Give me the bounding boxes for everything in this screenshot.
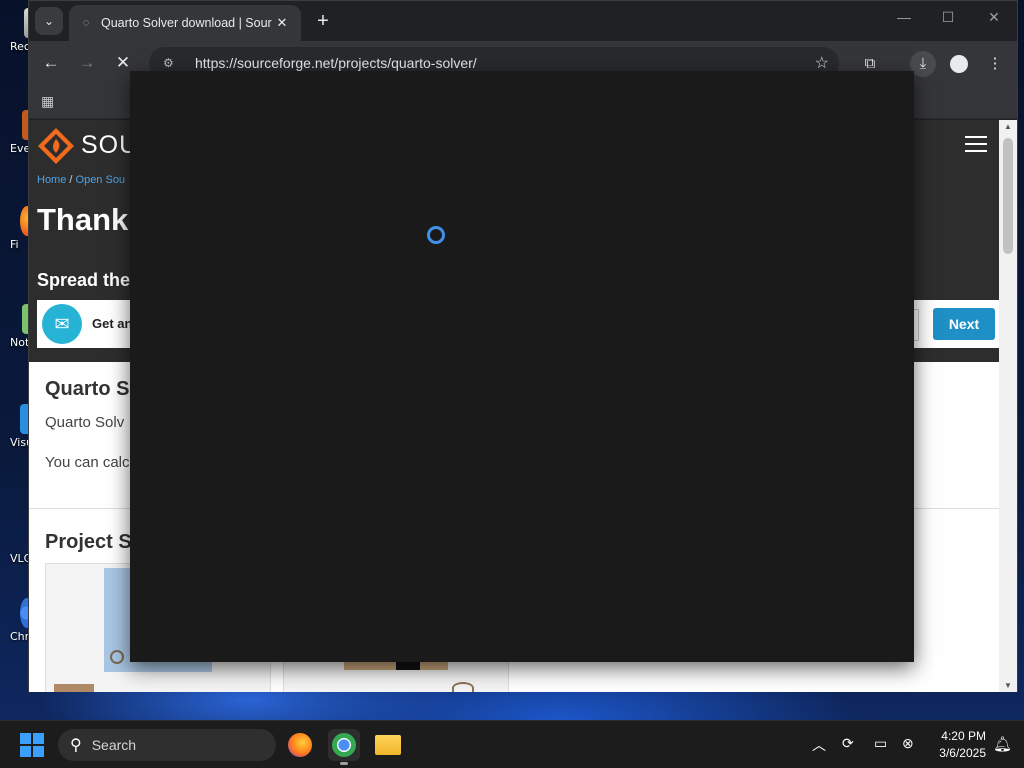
hamburger-menu-icon[interactable]: [965, 136, 987, 154]
tab-strip: ⌄ ◌ Quarto Solver download | Sour ✕ + — …: [29, 1, 1017, 41]
project-description: Quarto Solv: [45, 414, 125, 431]
project-calc-text: You can calc: [45, 454, 130, 471]
breadcrumb-home-link[interactable]: Home: [37, 174, 66, 186]
chrome-icon: [332, 733, 356, 757]
search-icon: ⚲: [70, 737, 82, 754]
windows-start-icon[interactable]: [20, 733, 44, 757]
scroll-down-icon[interactable]: ▼: [999, 681, 1017, 690]
loading-popup: [130, 71, 914, 662]
new-tab-button[interactable]: +: [311, 9, 335, 33]
sync-status-icon[interactable]: ⟳: [842, 735, 854, 752]
newsletter-text: Get an: [92, 316, 133, 331]
loading-spinner-icon: [427, 226, 445, 244]
chevron-down-icon: ⌄: [43, 14, 55, 28]
envelope-icon: ✉: [42, 304, 82, 344]
breadcrumb-open-source-link[interactable]: Open Sou: [76, 174, 126, 186]
taskbar: ⚲ Search ︿ ⟳ ▭ ⊗ 4:20 PM 3/6/2025 🔔︎: [0, 720, 1024, 768]
taskbar-file-explorer[interactable]: [372, 729, 404, 761]
bookmark-star-icon[interactable]: ☆: [815, 53, 829, 73]
notification-bell-icon[interactable]: 🔔︎: [993, 735, 1012, 753]
clock-date: 3/6/2025: [939, 746, 986, 760]
screenshots-title: Project Sa: [45, 531, 143, 553]
url-text: https://sourceforge.net/projects/quarto-…: [195, 55, 477, 71]
show-hidden-icons-chevron-icon[interactable]: ︿: [812, 735, 826, 755]
apps-grid-icon[interactable]: ▦: [41, 93, 54, 110]
tab-quarto-solver[interactable]: ◌ Quarto Solver download | Sour ✕: [69, 5, 301, 41]
site-info-icon[interactable]: ⚙: [163, 56, 181, 70]
tab-search-button[interactable]: ⌄: [35, 7, 63, 35]
taskbar-search[interactable]: ⚲ Search: [58, 729, 276, 761]
breadcrumb: Home / Open Sou: [37, 174, 125, 186]
system-clock[interactable]: 4:20 PM 3/6/2025: [939, 728, 986, 762]
maximize-button[interactable]: ☐: [933, 9, 963, 26]
folder-icon: [375, 735, 401, 755]
close-window-button[interactable]: ✕: [979, 9, 1009, 26]
scroll-thumb[interactable]: [1003, 138, 1013, 254]
taskbar-firefox[interactable]: [284, 729, 316, 761]
page-scrollbar[interactable]: ▲ ▼: [999, 120, 1017, 692]
clock-time: 4:20 PM: [941, 729, 986, 743]
kebab-menu-icon[interactable]: ⋮: [982, 51, 1008, 77]
scroll-up-icon[interactable]: ▲: [999, 122, 1017, 131]
firefox-icon: [288, 733, 312, 757]
forward-arrow-icon[interactable]: →: [75, 51, 99, 75]
loading-favicon-icon: ◌: [82, 17, 90, 29]
back-arrow-icon[interactable]: ←: [39, 51, 63, 75]
active-app-indicator: [340, 762, 348, 765]
taskbar-chrome[interactable]: [328, 729, 360, 765]
minimize-button[interactable]: —: [889, 9, 919, 25]
display-icon[interactable]: ▭: [874, 735, 887, 752]
tab-close-icon[interactable]: ✕: [273, 15, 291, 31]
tab-title: Quarto Solver download | Sour: [101, 16, 272, 30]
breadcrumb-separator: /: [66, 174, 76, 186]
volume-muted-icon[interactable]: ⊗: [902, 735, 914, 752]
sourceforge-logo-icon[interactable]: [37, 127, 75, 165]
next-button[interactable]: Next: [933, 308, 995, 340]
project-title: Quarto So: [45, 378, 142, 400]
taskbar-search-label: Search: [91, 737, 137, 753]
profile-avatar-icon[interactable]: [946, 51, 972, 77]
